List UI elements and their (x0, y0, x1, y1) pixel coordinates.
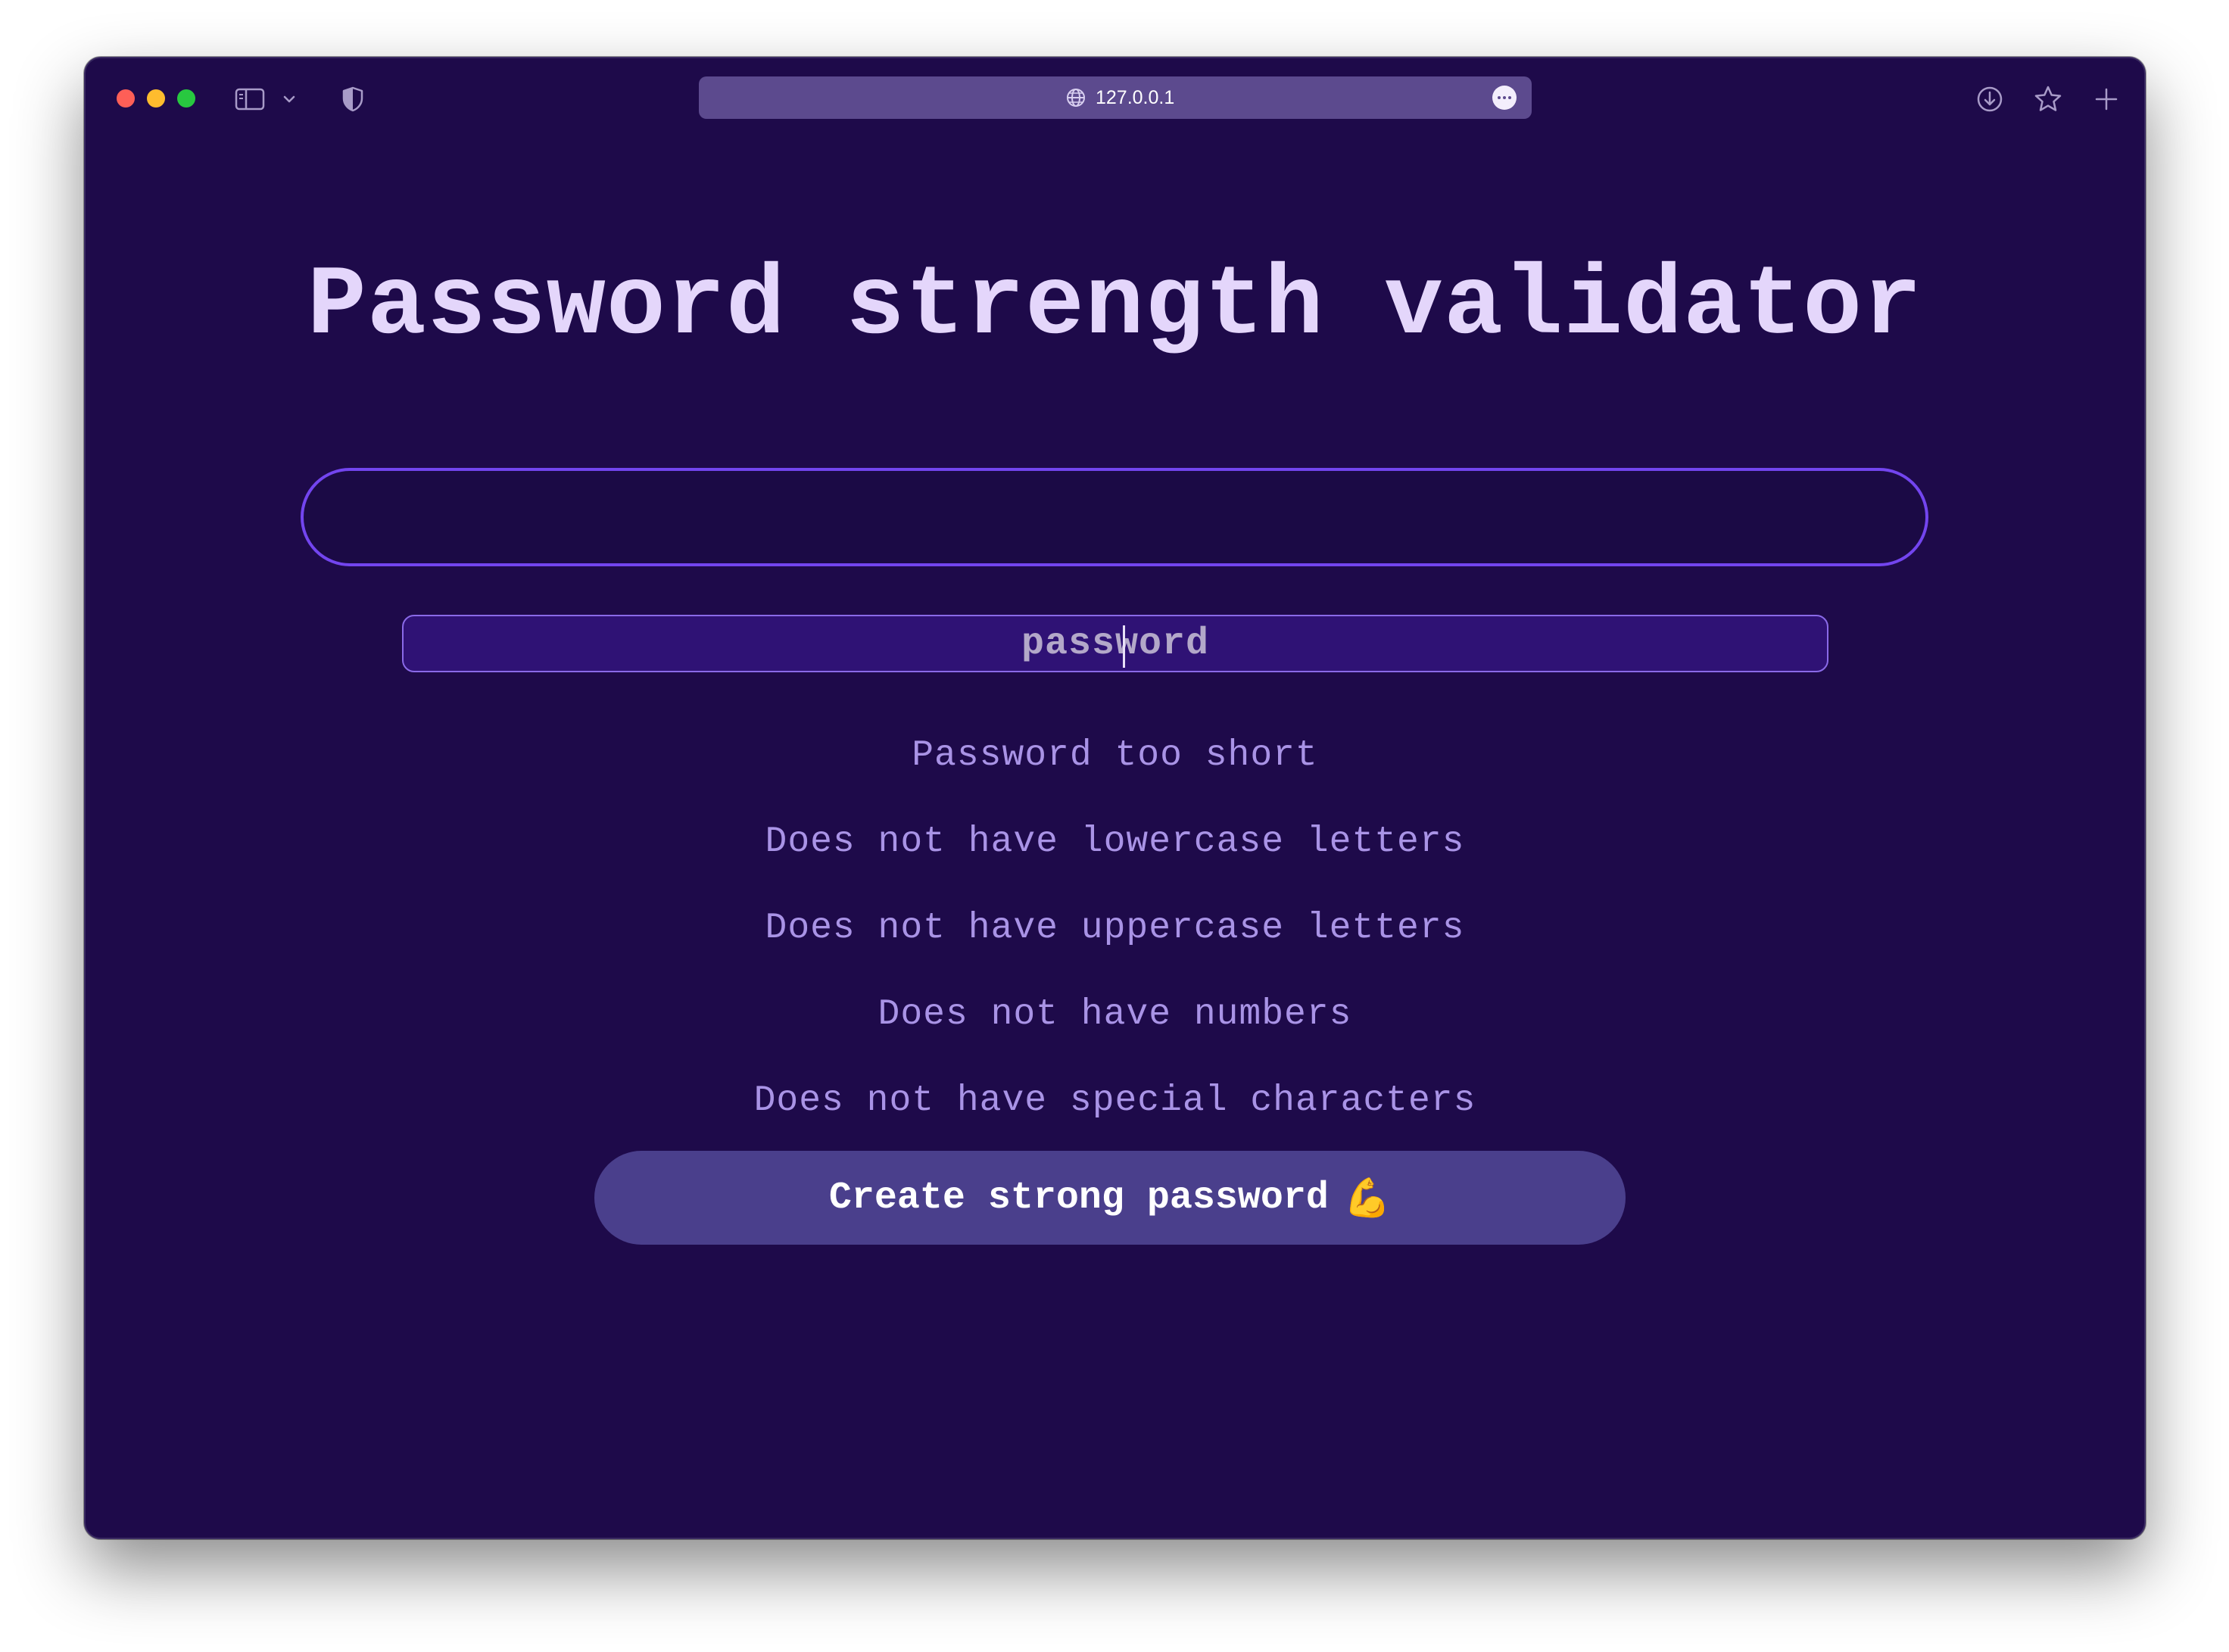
plus-icon[interactable] (2090, 83, 2123, 116)
validation-message: Does not have numbers (878, 994, 1352, 1035)
shield-icon[interactable] (338, 84, 368, 114)
page-title: Password strength validator (307, 251, 1923, 363)
download-icon[interactable] (1973, 83, 2006, 116)
validation-message: Does not have lowercase letters (765, 821, 1465, 862)
validation-message: Does not have special characters (753, 1080, 1476, 1121)
password-input[interactable]: password (402, 615, 1828, 672)
password-input-value: password (1021, 622, 1209, 668)
sidebar-icon[interactable] (233, 86, 267, 113)
maximize-window-button[interactable] (177, 89, 195, 108)
star-icon[interactable] (2031, 83, 2065, 116)
generated-password-field[interactable] (301, 468, 1928, 566)
minimize-window-button[interactable] (147, 89, 165, 108)
text-caret (1122, 625, 1125, 668)
close-window-button[interactable] (117, 89, 135, 108)
flexed-biceps-icon: 💪 (1343, 1175, 1392, 1220)
validation-message: Password too short (912, 735, 1318, 776)
url-text: 127.0.0.1 (1096, 87, 1175, 108)
validation-message: Does not have uppercase letters (765, 908, 1465, 949)
ellipsis-icon[interactable] (1492, 86, 1517, 110)
validation-messages: Password too short Does not have lowerca… (86, 712, 2144, 1144)
create-strong-password-button[interactable]: Create strong password 💪 (594, 1151, 1626, 1245)
browser-window: 127.0.0.1 Password strength validator pa… (84, 57, 2146, 1539)
create-button-label: Create strong password (828, 1176, 1329, 1220)
globe-icon (1065, 87, 1086, 108)
address-bar[interactable]: 127.0.0.1 (699, 76, 1532, 119)
browser-toolbar: 127.0.0.1 (86, 58, 2144, 137)
page-content: Password strength validator password Pas… (86, 137, 2144, 1538)
chevron-down-icon[interactable] (280, 89, 298, 110)
